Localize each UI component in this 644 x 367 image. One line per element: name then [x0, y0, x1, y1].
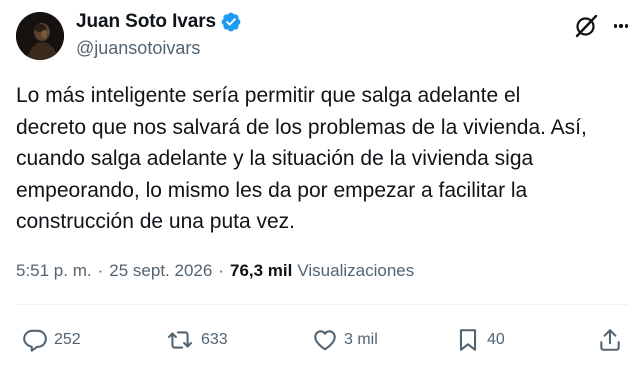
reply-count: 252 — [54, 331, 81, 348]
tweet-text: Lo más inteligente sería permitir que sa… — [16, 84, 587, 233]
divider — [16, 304, 628, 305]
author-name-row: Juan Soto Ivars — [76, 11, 242, 33]
share-icon — [600, 329, 620, 351]
bookmark-icon — [459, 329, 477, 351]
tweet-date[interactable]: 25 sept. 2026 — [109, 261, 212, 281]
views-label: Visualizaciones — [297, 261, 415, 280]
reply-button[interactable]: 252 — [22, 322, 81, 358]
tweet-time[interactable]: 5:51 p. m. — [16, 261, 92, 281]
heart-icon — [314, 330, 336, 351]
author-display-name[interactable]: Juan Soto Ivars — [76, 11, 216, 33]
grok-icon — [575, 14, 598, 38]
meta-separator: · — [97, 261, 104, 280]
grok-button[interactable] — [573, 13, 599, 39]
avatar[interactable] — [16, 12, 64, 60]
avatar-image — [16, 12, 64, 60]
views-count[interactable]: 76,3 mil — [230, 261, 292, 281]
repost-button[interactable]: 633 — [165, 322, 228, 358]
verified-badge-icon — [221, 12, 241, 32]
more-options-button[interactable] — [610, 14, 632, 38]
tweet-meta: 5:51 p. m. · 25 sept. 2026 · 76,3 mil Vi… — [16, 261, 414, 281]
like-count: 3 mil — [344, 331, 378, 348]
action-bar: 252 633 3 mil 40 — [0, 322, 644, 358]
like-button[interactable]: 3 mil — [312, 322, 378, 358]
repost-count: 633 — [201, 331, 228, 348]
bookmark-button[interactable]: 40 — [455, 322, 505, 358]
share-button[interactable] — [597, 322, 623, 358]
meta-separator: · — [218, 261, 224, 280]
reply-icon — [23, 329, 47, 352]
bookmark-count: 40 — [487, 331, 505, 348]
repost-icon — [167, 331, 193, 349]
more-icon — [613, 24, 617, 28]
author-handle[interactable]: @juansotoivars — [76, 38, 200, 59]
